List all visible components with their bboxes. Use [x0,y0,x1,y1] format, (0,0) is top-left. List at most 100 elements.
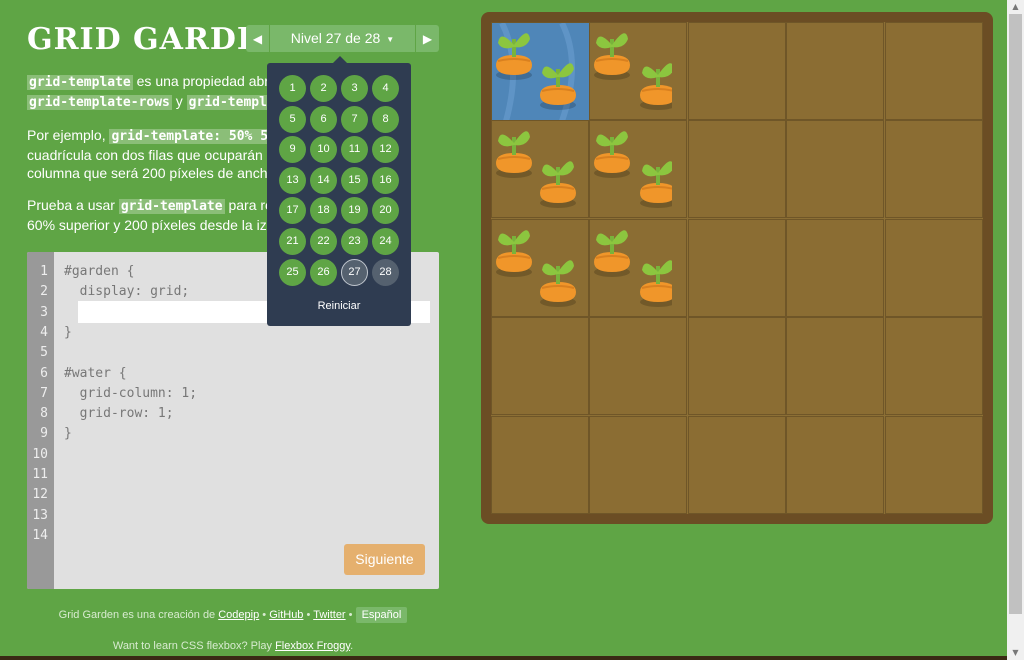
instruction-text: es una propiedad abre [132,73,277,89]
caret-down-icon: ▼ [386,34,395,44]
garden-cell [491,120,589,219]
code-snippet: grid-template [27,75,133,90]
footer-credits: Grid Garden es una creación de Codepip •… [27,607,439,623]
line-number: 3 [40,304,48,320]
garden-cell [687,218,786,317]
level-button-26[interactable]: 26 [310,258,337,286]
level-button-16[interactable]: 16 [372,166,399,194]
level-button-8[interactable]: 8 [372,105,399,133]
code-snippet: grid-template: 50% 5 [109,129,271,144]
garden-cell [589,415,688,514]
line-number: 14 [32,527,48,543]
next-button[interactable]: Siguiente [344,544,425,575]
level-button-14[interactable]: 14 [310,166,337,194]
next-level-button[interactable]: ▶ [415,25,439,52]
code-line: } [64,324,72,340]
garden-grid [491,21,983,514]
instruction-text: Por ejemplo, [27,127,110,143]
line-number: 11 [32,467,48,482]
garden-cell [491,317,589,416]
code-line: grid-column: 1; [64,385,198,401]
triangle-right-icon: ▶ [422,31,433,46]
level-button-22[interactable]: 22 [310,228,337,255]
garden-cell [589,22,688,120]
carrot-icon [538,153,578,209]
level-button-21[interactable]: 21 [279,228,306,255]
garden-cell [687,120,786,219]
level-button-10[interactable]: 10 [310,136,337,164]
level-button-20[interactable]: 20 [372,197,399,225]
level-button-19[interactable]: 19 [341,197,368,225]
scroll-down-icon[interactable]: ▼ [1007,646,1024,660]
garden-cell [786,218,885,317]
level-button-3[interactable]: 3 [341,75,368,102]
line-number: 9 [40,426,48,442]
level-button-17[interactable]: 17 [279,197,306,225]
flexbox-text: Want to learn CSS flexbox? Play [112,640,276,652]
garden-cell [884,218,983,317]
garden-cell [884,22,983,120]
carrot-icon [638,55,673,111]
garden-cell [884,120,983,219]
codepip-link[interactable]: Codepip [218,609,259,621]
carrot-icon [494,25,534,81]
github-link[interactable]: GitHub [269,609,303,621]
level-button-11[interactable]: 11 [341,136,368,164]
level-button-7[interactable]: 7 [341,105,368,133]
level-button-12[interactable]: 12 [372,136,399,164]
line-number: 12 [32,487,48,503]
flexbox-froggy-link[interactable]: Flexbox Froggy [275,640,350,652]
carrot-icon [638,153,673,209]
level-button-4[interactable]: 4 [372,75,399,102]
scrollbar[interactable]: ▲ ▼ [1007,0,1024,660]
twitter-link[interactable]: Twitter [313,609,345,621]
instruction-text: y [171,93,187,109]
level-button-15[interactable]: 15 [341,166,368,194]
levels-popup: 1 2 3 4 5 6 7 8 9 10 11 12 13 14 15 16 17 18 19 20 21 22 23 24 2… [267,56,411,326]
garden-cell [589,317,688,416]
code-line: grid-row: 1; [64,406,174,422]
level-button-24[interactable]: 24 [372,228,399,255]
footer-flexbox: Want to learn CSS flexbox? Play Flexbox … [27,640,439,652]
level-button-18[interactable]: 18 [310,197,337,225]
carrot-icon [592,123,632,179]
level-button-6[interactable]: 6 [310,105,337,133]
reset-button[interactable]: Reiniciar [267,300,411,312]
garden-cell [786,415,885,514]
level-button-9[interactable]: 9 [279,136,306,164]
level-button-5[interactable]: 5 [279,105,306,133]
level-button-13[interactable]: 13 [279,166,306,194]
scroll-thumb[interactable] [1009,14,1022,614]
line-number: 8 [40,406,48,422]
garden-board [481,12,993,524]
line-number: 1 [40,264,48,279]
garden-cell [687,317,786,416]
carrot-icon [592,25,632,81]
garden-cell [589,120,688,219]
garden-cell [491,415,589,514]
garden-cell [687,22,786,120]
level-button-23[interactable]: 23 [341,228,368,255]
level-navigator: ◀ Nivel 27 de 28 ▼ ▶ [246,25,439,52]
credit-text: Grid Garden es una creación de [58,609,219,621]
level-indicator[interactable]: Nivel 27 de 28 ▼ [270,25,415,52]
garden-cell [786,120,885,219]
level-button-25[interactable]: 25 [279,258,306,286]
level-button-2[interactable]: 2 [310,75,337,102]
previous-level-button[interactable]: ◀ [246,25,270,52]
carrot-icon [538,252,578,308]
carrot-icon [494,123,534,179]
line-number: 6 [40,365,48,381]
level-button-27[interactable]: 27 [341,258,368,286]
code-line: display: grid; [64,284,190,300]
carrot-icon [592,222,632,278]
language-selector[interactable]: Español [355,607,408,623]
period: . [350,640,354,652]
scroll-up-icon[interactable]: ▲ [1007,0,1024,14]
level-button-1[interactable]: 1 [279,75,306,102]
header: GRID GARDEN ◀ Nivel 27 de 28 ▼ ▶ [27,24,439,56]
line-number: 5 [40,345,48,361]
code-line: } [64,426,72,442]
level-button-28[interactable]: 28 [372,258,399,286]
line-number: 10 [32,446,48,462]
